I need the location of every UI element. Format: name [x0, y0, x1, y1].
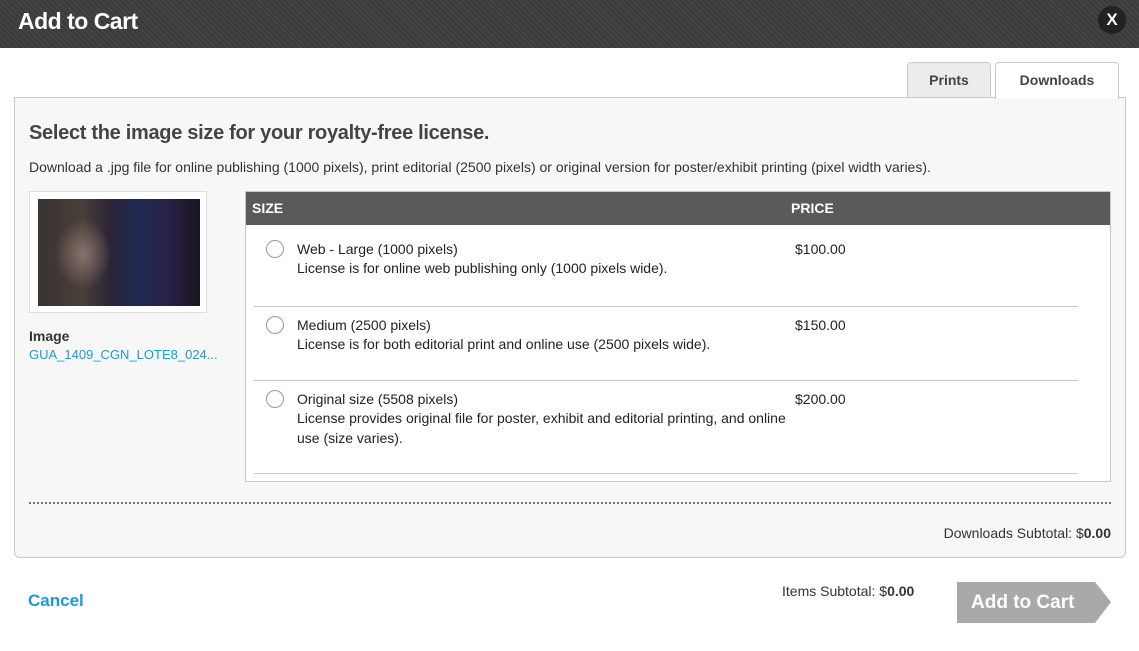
option-description: License is for online web publishing onl…: [297, 260, 668, 276]
row-divider: [254, 473, 1078, 474]
price-column-header: PRICE: [791, 200, 834, 216]
option-price: $150.00: [795, 317, 846, 333]
image-thumbnail: [38, 199, 200, 306]
option-description: License provides original file for poste…: [297, 410, 786, 446]
close-button[interactable]: X: [1098, 6, 1126, 34]
table-row[interactable]: Medium (2500 pixels) License is for both…: [254, 307, 1078, 381]
add-to-cart-button[interactable]: Add to Cart: [957, 582, 1111, 623]
downloads-subtotal-value: 0.00: [1083, 525, 1111, 541]
downloads-subtotal-label: Downloads Subtotal: $: [943, 525, 1084, 541]
size-radio-original[interactable]: [266, 390, 284, 408]
downloads-panel: Select the image size for your royalty-f…: [14, 97, 1126, 558]
option-description: License is for both editorial print and …: [297, 336, 711, 352]
image-label: Image: [29, 328, 70, 344]
items-subtotal-label: Items Subtotal: $: [782, 583, 888, 599]
option-name: Medium (2500 pixels): [297, 317, 431, 333]
add-to-cart-label: Add to Cart: [971, 592, 1075, 613]
size-column-header: SIZE: [252, 200, 284, 216]
dialog-titlebar: Add to Cart X: [0, 0, 1139, 48]
dialog-title: Add to Cart: [18, 8, 138, 34]
option-name: Web - Large (1000 pixels): [297, 241, 458, 257]
image-thumbnail-frame: [29, 191, 207, 313]
table-header: SIZE PRICE: [246, 192, 1110, 225]
option-price: $100.00: [795, 241, 846, 257]
size-radio-web-large[interactable]: [266, 240, 284, 258]
table-row[interactable]: Web - Large (1000 pixels) License is for…: [254, 225, 1078, 307]
table-row[interactable]: Original size (5508 pixels) License prov…: [254, 381, 1078, 474]
items-subtotal-value: 0.00: [887, 583, 915, 599]
items-subtotal: Items Subtotal: $0.00: [782, 583, 914, 599]
close-icon: X: [1106, 10, 1118, 29]
option-name: Original size (5508 pixels): [297, 391, 459, 407]
dotted-divider: [29, 502, 1111, 504]
image-filename-link[interactable]: GUA_1409_CGN_LOTE8_024...: [29, 347, 218, 362]
cancel-link[interactable]: Cancel: [28, 591, 84, 611]
size-price-table: SIZE PRICE Web - Large (1000 pixels) Lic…: [245, 191, 1111, 482]
tab-downloads[interactable]: Downloads: [995, 62, 1119, 99]
panel-heading: Select the image size for your royalty-f…: [29, 122, 490, 144]
option-price: $200.00: [795, 391, 846, 407]
size-radio-medium[interactable]: [266, 316, 284, 334]
panel-description: Download a .jpg file for online publishi…: [29, 159, 931, 175]
tab-prints[interactable]: Prints: [907, 62, 991, 98]
downloads-subtotal: Downloads Subtotal: $0.00: [944, 525, 1111, 541]
